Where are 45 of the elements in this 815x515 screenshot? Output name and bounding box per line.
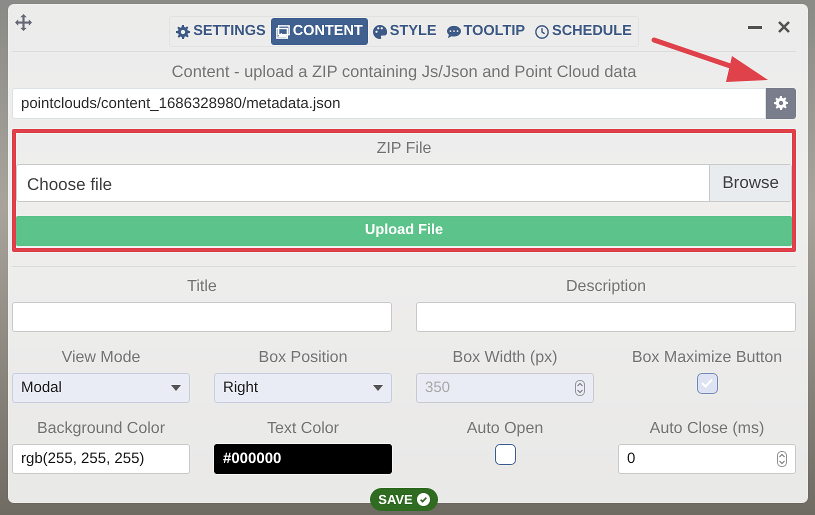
- dropdown[interactable]: Modal: [12, 372, 190, 403]
- text-input[interactable]: [416, 302, 796, 332]
- text-input[interactable]: [12, 302, 392, 332]
- file-input[interactable]: Choose file Browse: [16, 164, 792, 202]
- gear-icon: [176, 24, 190, 38]
- color-input[interactable]: #000000: [214, 444, 392, 474]
- check-icon: [701, 378, 713, 388]
- browse-button[interactable]: Browse: [709, 164, 791, 201]
- clock-icon: [535, 24, 550, 38]
- text-input[interactable]: rgb(255, 255, 255): [12, 444, 190, 474]
- save-button[interactable]: SAVE: [370, 488, 438, 512]
- tab[interactable]: CONTENT: [270, 18, 368, 46]
- field-label: Auto Close (ms): [650, 418, 764, 439]
- field-label: Text Color: [266, 418, 340, 439]
- close-icon[interactable]: [778, 21, 790, 33]
- check-circle-icon: [416, 493, 430, 506]
- path-input[interactable]: pointclouds/content_1686328980/metadata.json: [12, 88, 766, 119]
- dropdown[interactable]: Right: [214, 372, 392, 403]
- spinner-arrows-icon: [777, 450, 787, 467]
- caret-icon: [171, 384, 181, 391]
- field-label: Title: [187, 276, 217, 297]
- caret-icon: [373, 384, 383, 391]
- minimize-icon[interactable]: [748, 26, 762, 30]
- chat-icon: [446, 24, 461, 38]
- field-label: View Mode: [62, 348, 140, 368]
- field-label: Description: [566, 276, 646, 297]
- tab[interactable]: TOOLTIP: [442, 18, 530, 46]
- content-caption: Content - upload a ZIP containing Js/Json and Point Cloud data: [170, 62, 638, 83]
- tab[interactable]: SCHEDULE: [530, 18, 637, 46]
- move-icon[interactable]: [15, 14, 32, 31]
- tab[interactable]: SETTINGS: [171, 18, 271, 46]
- field-label: Box Width (px): [452, 348, 558, 368]
- number-input[interactable]: 0: [618, 444, 796, 474]
- palette-icon: [372, 24, 387, 38]
- field-label: Box Position: [258, 348, 348, 368]
- gear-icon: [774, 96, 788, 110]
- spinner-arrows-icon: [575, 380, 585, 396]
- tab[interactable]: STYLE: [368, 18, 442, 46]
- field-label: Auto Open: [466, 418, 544, 439]
- checkbox[interactable]: [494, 444, 516, 465]
- field-label: Box Maximize Button: [632, 348, 782, 368]
- image-icon: [276, 24, 290, 38]
- field-label: ZIP File: [376, 138, 432, 159]
- field-label: Background Color: [36, 418, 166, 439]
- settings-button[interactable]: [766, 88, 796, 119]
